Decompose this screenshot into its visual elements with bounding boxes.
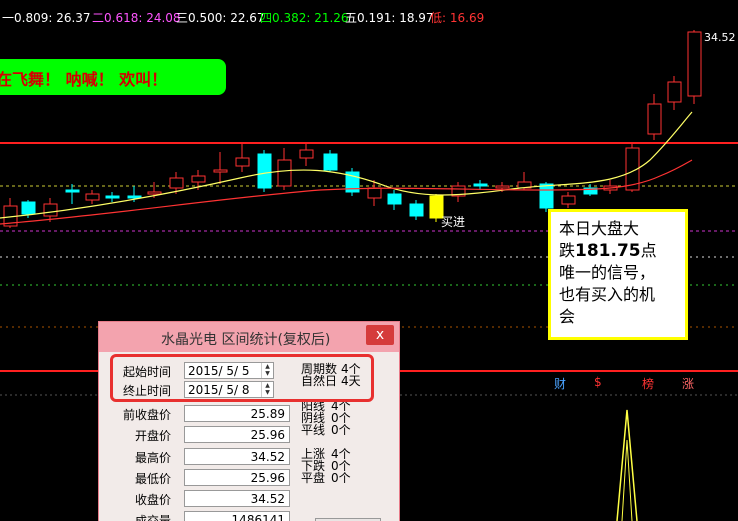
candle-body	[65, 189, 80, 193]
annotation-note: 本日大盘大 跌181.75点 唯一的信号， 也有买入的机 会	[548, 209, 688, 340]
interval-stats-dialog[interactable]: 水晶光电 区间统计(复权后) x 起始时间 2015/ 5/ 5 ▲ ▼ 终止时间…	[98, 321, 400, 521]
fib-level-3: 三0.500: 22.67	[176, 11, 265, 25]
candle-body	[127, 195, 142, 199]
candle-body	[647, 103, 662, 135]
high-price-field[interactable]: 34.52	[184, 448, 290, 465]
candle-body	[21, 201, 36, 215]
note-drop-value: 181.75	[575, 241, 641, 261]
ma-short-line	[0, 111, 693, 219]
candle-body	[277, 159, 292, 187]
low-price-label: 最低价	[135, 472, 172, 486]
date-range-highlight	[110, 354, 374, 402]
prev-close-label: 前收盘价	[123, 408, 172, 422]
celebration-banner: 在飞舞！ 呐喊！ 欢叫！	[0, 59, 226, 95]
open-price-label: 开盘价	[135, 429, 172, 443]
candle-body	[495, 185, 510, 189]
banner-text: 在飞舞！ 呐喊！ 欢叫！	[0, 70, 168, 89]
candle-body	[235, 157, 250, 167]
note-line-1: 本日大盘大	[559, 219, 640, 238]
candle-body	[473, 183, 488, 187]
fib-level-2: 二0.618: 24.08	[92, 11, 181, 25]
candle-body	[561, 195, 576, 205]
candle-body	[299, 149, 314, 159]
candle-body	[191, 175, 206, 183]
open-price-field[interactable]: 25.96	[184, 426, 290, 443]
flat-count-label: 平盘	[301, 471, 326, 485]
note-line-2: 跌181.75点	[559, 241, 657, 261]
candle-body	[105, 195, 120, 199]
candle-body	[85, 193, 100, 201]
fib-level-4: 四0.382: 21.26	[260, 11, 349, 25]
close-price-field[interactable]: 34.52	[184, 490, 290, 507]
candle-body	[147, 191, 162, 195]
flat-line-label: 平线	[301, 423, 326, 437]
note-line-5: 会	[559, 307, 576, 326]
dialog-title-bar[interactable]: 水晶光电 区间统计(复权后) x	[99, 322, 399, 352]
candle-body	[539, 183, 554, 209]
dialog-title: 水晶光电 区间统计(复权后)	[161, 332, 331, 348]
high-price-label-dlg: 最高价	[135, 451, 172, 465]
candle-body	[667, 81, 682, 103]
candle-body	[687, 31, 702, 97]
note-line-4: 也有买入的机	[559, 285, 656, 304]
prev-close-field[interactable]: 25.89	[184, 405, 290, 422]
note-line-3: 唯一的信号，	[559, 263, 656, 282]
candle-body	[367, 187, 382, 199]
close-button[interactable]: x	[366, 325, 394, 345]
volume-field[interactable]: 1486141	[184, 511, 290, 521]
finance-flag-icon[interactable]: 财	[554, 375, 566, 392]
high-price-label: 34.52	[704, 31, 736, 44]
candle-body	[387, 193, 402, 205]
rise-flag-icon[interactable]: 涨	[682, 375, 694, 392]
candle-body	[169, 177, 184, 189]
dollar-flag-icon[interactable]: $	[594, 375, 602, 389]
candle-body	[409, 203, 424, 217]
flat-line-value: 0个	[331, 423, 351, 437]
candle-body	[323, 153, 338, 171]
buy-signal-label: 买进	[441, 215, 466, 229]
ranking-flag-icon[interactable]: 榜	[642, 375, 654, 392]
fibonacci-levels-bar: 一0.809: 26.37 二0.618: 24.08 三0.500: 22.6…	[0, 0, 738, 28]
low-price-field[interactable]: 25.96	[184, 469, 290, 486]
volume-spike	[616, 409, 638, 521]
fib-level-5: 五0.191: 18.97	[345, 11, 434, 25]
stock-chart-window: 一0.809: 26.37 二0.618: 24.08 三0.500: 22.6…	[0, 0, 738, 521]
volume-label: 成交量	[135, 514, 172, 521]
flat-count-value: 0个	[331, 471, 351, 485]
fib-level-1: 一0.809: 26.37	[2, 11, 91, 25]
candle-body	[213, 169, 228, 173]
fib-level-low: 低: 16.69	[430, 11, 485, 25]
candle-body	[43, 203, 58, 217]
candle-body	[257, 153, 272, 189]
close-price-label: 收盘价	[135, 493, 172, 507]
